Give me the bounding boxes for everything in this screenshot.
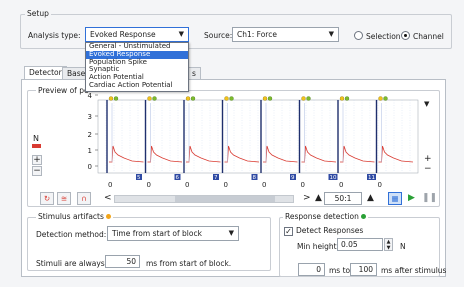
source-value: Ch1: Force: [237, 30, 277, 39]
pause-icon[interactable]: ❚❚: [422, 193, 437, 203]
stim-marker-green: [113, 96, 119, 101]
always-prefix: Stimuli are always: [36, 259, 105, 268]
warning-dot-icon: [106, 214, 112, 219]
right-plus-icon[interactable]: +: [424, 154, 432, 164]
stim-marker-green: [190, 96, 196, 101]
after-label: ms after stimulus: [381, 266, 447, 275]
dropdown-option[interactable]: Cardiac Action Potential: [86, 81, 188, 90]
stim-marker-yellow: [378, 96, 383, 101]
radio-selection-label: Selection: [366, 32, 401, 41]
chevron-down-icon: ▼: [178, 30, 184, 38]
min-height-label: Min height:: [297, 242, 340, 251]
analysis-type-combo[interactable]: Evoked Response ▼: [85, 27, 189, 42]
scroll-thumb[interactable]: [175, 196, 275, 202]
tool-button-1[interactable]: ↻: [40, 192, 54, 205]
mountain-large-icon[interactable]: ▲: [367, 193, 374, 203]
block-number-label: 10: [330, 175, 337, 181]
min-height-spinner[interactable]: ▲ ▼: [384, 238, 393, 251]
block-number-label: 11: [368, 175, 375, 181]
stim-marker-yellow: [224, 96, 229, 101]
stim-marker-green: [152, 96, 157, 101]
radio-channel-circle: [401, 31, 410, 40]
block-zero-label: 0: [185, 181, 189, 189]
stim-marker-green: [306, 96, 311, 101]
zoom-box[interactable]: 50:1: [324, 192, 362, 205]
from-input[interactable]: 0: [298, 263, 325, 276]
channel-unit-label: N: [33, 134, 39, 143]
block-zero-label: 0: [378, 181, 382, 189]
stim-marker-green: [383, 96, 388, 101]
horizontal-scrollbar[interactable]: [114, 195, 294, 203]
chart-menu-arrow-icon[interactable]: ▼: [424, 100, 429, 108]
stim-marker-green: [267, 96, 273, 101]
stim-marker-green: [344, 96, 350, 101]
chevron-down-icon: ▼: [328, 30, 334, 38]
play-icon[interactable]: ▶: [408, 193, 415, 203]
stim-marker-yellow: [108, 96, 114, 101]
block-number-label: 6: [176, 175, 180, 181]
method-combo[interactable]: Time from start of block ▼: [107, 226, 239, 241]
stimulus-group-title: Stimulus artifacts: [36, 212, 114, 221]
stim-marker-yellow: [262, 96, 268, 101]
y-tick-label: 1: [88, 147, 92, 155]
detect-responses-checkbox[interactable]: ✓ Detect Responses: [284, 226, 363, 236]
y-tick-label: 2: [88, 131, 92, 139]
block-number-label: 5: [137, 175, 141, 181]
stim-marker-yellow: [185, 96, 191, 101]
block-number-label: 7: [214, 175, 218, 181]
status-dot-icon: [361, 214, 367, 219]
mountain-icon[interactable]: ▲: [315, 193, 322, 203]
chevron-down-icon: ▼: [228, 229, 234, 237]
stim-marker-green: [229, 96, 234, 101]
right-minus-icon[interactable]: −: [424, 164, 432, 174]
y-tick-label: 3: [88, 113, 92, 121]
tool-button-2[interactable]: ≊: [57, 192, 71, 205]
source-label: Source:: [204, 31, 233, 40]
block-zero-label: 0: [224, 181, 228, 189]
block-zero-label: 0: [301, 181, 305, 189]
radio-selection-circle: [354, 31, 363, 40]
block-zero-label: 0: [147, 181, 151, 189]
min-height-unit: N: [400, 242, 406, 251]
stimulus-group-label: Stimulus artifacts: [38, 212, 104, 221]
detect-label: Detect Responses: [296, 226, 364, 235]
analysis-type-label: Analysis type:: [28, 31, 81, 40]
response-group-title: Response detection: [283, 212, 369, 221]
analysis-type-dropdown[interactable]: General - Unstimulated Evoked Response Pop…: [85, 42, 189, 92]
method-label: Detection method:: [36, 230, 107, 239]
stim-marker-yellow: [147, 96, 152, 101]
analysis-type-value: Evoked Response: [90, 30, 156, 39]
y-tick-label: 0: [88, 163, 92, 171]
tab-detector[interactable]: Detector: [24, 66, 67, 80]
stim-marker-yellow: [339, 96, 345, 101]
block-zero-label: 0: [108, 181, 112, 189]
block-zero-label: 0: [262, 181, 266, 189]
always-input[interactable]: 50: [105, 255, 140, 268]
to-input[interactable]: 100: [350, 263, 377, 276]
radio-channel-label: Channel: [413, 32, 444, 41]
y-tick-label: 4: [88, 92, 93, 100]
radio-selection[interactable]: Selection: [354, 31, 401, 41]
block-number-label: 8: [253, 175, 257, 181]
check-icon: ✓: [284, 227, 293, 236]
scroll-right-icon[interactable]: >: [303, 193, 311, 203]
block-zero-label: 0: [339, 181, 343, 189]
grid-view-button[interactable]: ▦: [388, 192, 402, 205]
radio-channel[interactable]: Channel: [401, 31, 444, 41]
stim-marker-yellow: [301, 96, 306, 101]
channel-color-swatch: [32, 144, 41, 148]
response-group-label: Response detection: [285, 212, 359, 221]
source-combo[interactable]: Ch1: Force ▼: [232, 27, 339, 42]
method-value: Time from start of block: [112, 229, 202, 238]
tool-button-3[interactable]: ∩: [77, 192, 91, 205]
zoom-in-vertical-button[interactable]: +: [32, 155, 42, 165]
zoom-out-vertical-button[interactable]: −: [32, 166, 42, 176]
scroll-left-icon[interactable]: <: [104, 193, 112, 203]
always-suffix: ms from start of block.: [146, 259, 232, 268]
block-number-label: 9: [291, 175, 295, 181]
setup-group-label: Setup: [25, 9, 51, 18]
min-height-input[interactable]: 0.05: [337, 238, 383, 251]
ms-to-label: ms to: [329, 266, 351, 275]
